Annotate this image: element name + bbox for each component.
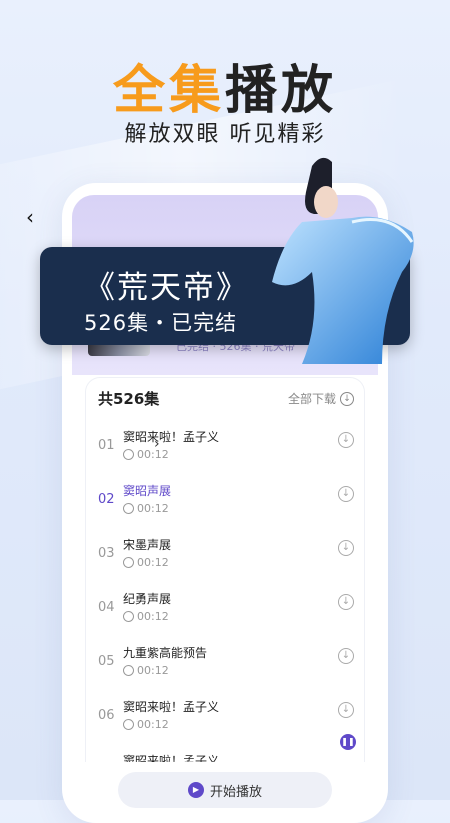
episode-row[interactable]: 03 宋墨声展 00:12 ↓	[86, 532, 364, 586]
clock-icon	[123, 719, 134, 730]
episode-duration: 00:12	[123, 448, 169, 461]
download-icon[interactable]: ↓	[338, 648, 354, 664]
episode-row[interactable]: 05 九重紫高能预告 00:12 ↓	[86, 640, 364, 694]
episode-title: 宋墨声展	[123, 538, 172, 552]
episode-title: 窦昭来啦！孟子义	[123, 700, 220, 714]
headline-accent: 全集	[112, 61, 225, 121]
character-illustration	[272, 157, 414, 364]
headline: 全集播放	[0, 48, 450, 123]
episode-title: 九重紫高能预告	[123, 646, 208, 660]
episode-row[interactable]: 04 纪勇声展 00:12 ↓	[86, 586, 364, 640]
cursor-icon: ›	[154, 436, 160, 452]
episode-row[interactable]: 06 窦昭来啦！孟子义 00:12 ↓	[86, 694, 364, 748]
book-subtitle: 526集・已完结	[84, 311, 238, 335]
start-play-button[interactable]: ▶ 开始播放	[118, 772, 332, 808]
episode-duration: 00:12	[123, 610, 169, 623]
episode-duration: 00:12	[123, 556, 169, 569]
back-button[interactable]: ‹	[26, 205, 46, 229]
episode-number: 02	[98, 492, 115, 507]
start-play-label: 开始播放	[209, 784, 262, 800]
episode-number: 05	[98, 654, 115, 669]
episode-title: 窦昭声展	[123, 484, 172, 498]
download-all-label: 全部下载	[287, 392, 336, 406]
episode-title: 窦昭来啦！孟子义	[123, 430, 220, 444]
download-icon[interactable]: ↓	[338, 432, 354, 448]
download-icon: ↓	[340, 391, 354, 406]
clock-icon	[123, 557, 134, 568]
book-title: 《荒天帝》	[84, 270, 249, 306]
episode-count: 共526集	[98, 390, 160, 408]
chevron-left-icon: ‹	[26, 205, 34, 229]
episode-number: 04	[98, 600, 115, 615]
download-icon[interactable]: ↓	[338, 702, 354, 718]
clock-icon	[123, 503, 134, 514]
episode-duration: 00:12	[123, 664, 169, 677]
episode-title: 纪勇声展	[123, 592, 172, 606]
episode-number: 03	[98, 546, 115, 561]
download-icon[interactable]: ↓	[338, 594, 354, 610]
episode-row[interactable]: 01 窦昭来啦！孟子义 00:12 ↓	[86, 424, 364, 478]
download-icon[interactable]: ↓	[338, 486, 354, 502]
episode-number: 06	[98, 708, 115, 723]
episode-duration: 00:12	[123, 502, 169, 515]
pause-icon[interactable]: ❚❚	[340, 734, 356, 750]
clock-icon	[123, 611, 134, 622]
episode-duration: 00:12	[123, 718, 169, 731]
clock-icon	[123, 449, 134, 460]
download-all-button[interactable]: 全部下载 ↓	[288, 390, 354, 407]
subheadline: 解放双眼 听见精彩	[124, 122, 326, 147]
headline-rest: 播放	[225, 61, 338, 121]
episode-row[interactable]: 02 窦昭声展 00:12 ↓	[86, 478, 364, 532]
download-icon[interactable]: ↓	[338, 540, 354, 556]
play-icon: ▶	[187, 782, 204, 798]
episode-number: 01	[98, 438, 115, 453]
clock-icon	[123, 665, 134, 676]
